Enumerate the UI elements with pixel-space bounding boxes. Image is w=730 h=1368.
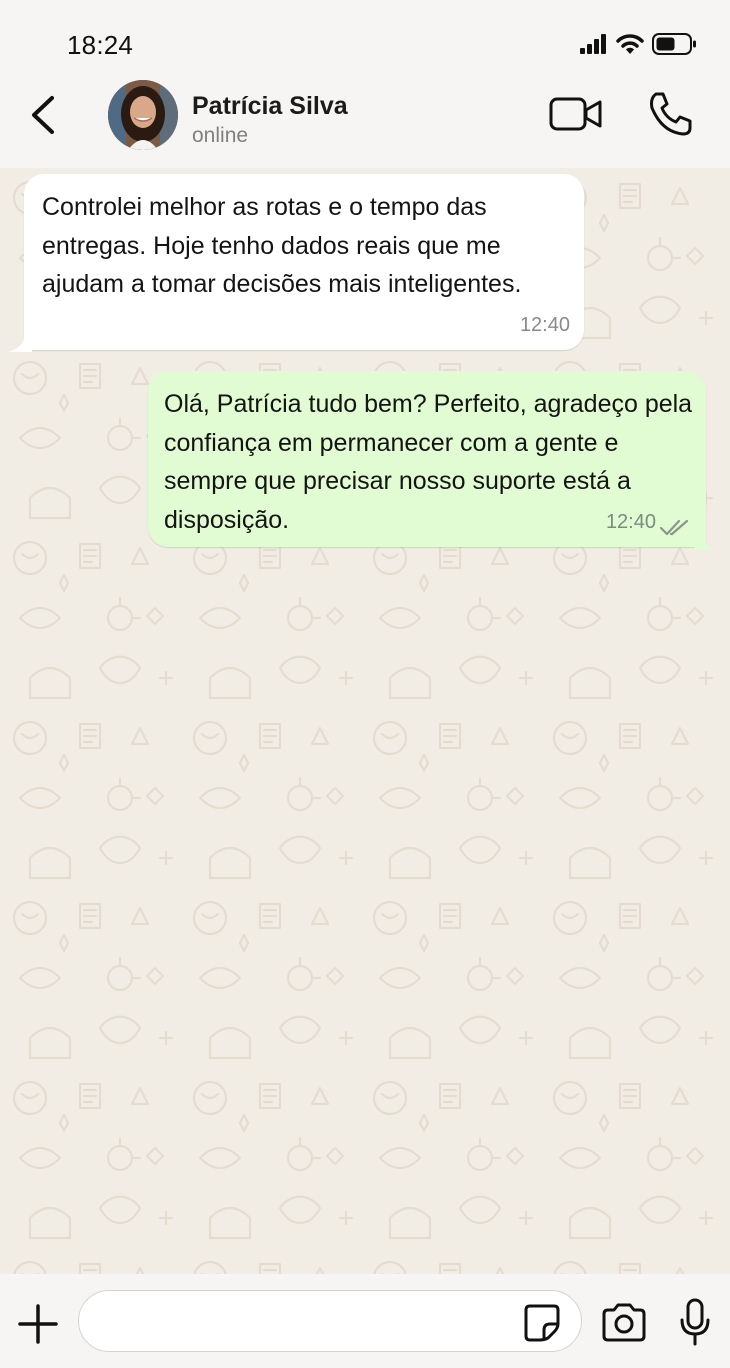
video-call-icon[interactable] [548,94,604,134]
sticker-icon[interactable] [522,1302,562,1342]
chat-header: Patrícia Silva online [0,80,730,168]
double-check-icon [660,519,689,536]
avatar[interactable] [108,80,178,150]
bubble-tail-incoming [8,338,32,352]
status-time: 18:24 [67,30,134,60]
chat-area[interactable]: Controlei melhor as rotas e o tempo das … [0,168,730,1274]
signal-icon [580,34,606,54]
plus-icon[interactable] [16,1302,60,1346]
message-input[interactable] [78,1290,582,1352]
mic-icon[interactable] [678,1298,712,1346]
message-outgoing[interactable]: Olá, Patrícia tudo bem? Perfeito, agrade… [148,371,706,547]
wifi-icon [616,34,644,54]
status-bar: 18:24 [0,0,730,80]
battery-icon [652,33,696,55]
camera-icon[interactable] [600,1302,648,1342]
message-incoming[interactable]: Controlei melhor as rotas e o tempo das … [24,174,584,350]
message-time: 12:40 [519,313,570,336]
message-text: Controlei melhor as rotas e o tempo das … [42,193,522,298]
contact-status: online [192,124,249,147]
back-icon[interactable] [22,90,66,140]
status-icons [580,32,698,56]
avatar-image [108,80,178,150]
bubble-tail-outgoing [694,536,718,550]
input-bar [0,1274,730,1368]
contact-name[interactable]: Patrícia Silva [192,92,348,121]
message-time: 12:40 [605,510,656,533]
phone-icon[interactable] [646,90,694,138]
